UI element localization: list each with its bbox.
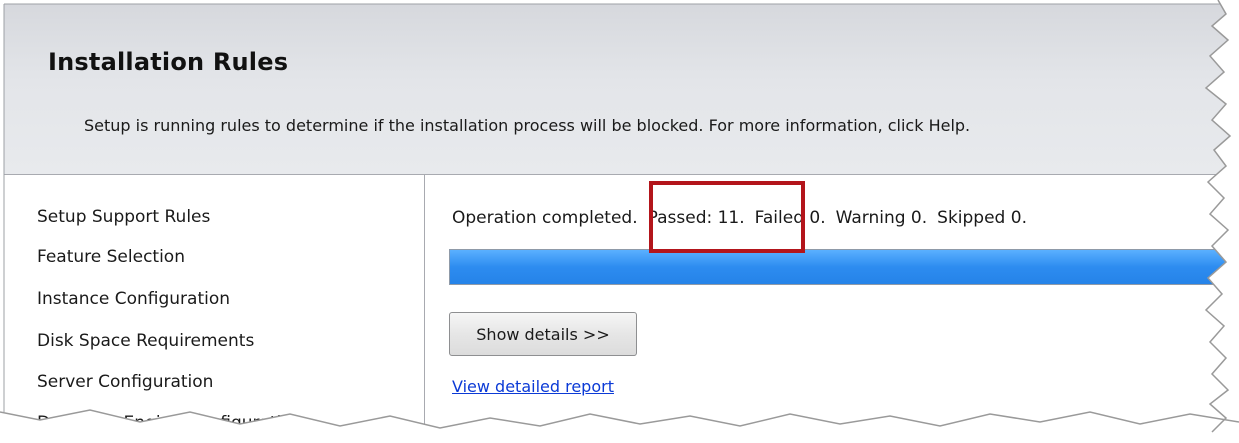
installation-window: Installation Rules Setup is running rule… bbox=[4, 4, 1239, 443]
status-summary: Operation completed. Passed: 11. Failed 0.… bbox=[452, 208, 1027, 228]
status-operation: Operation completed. bbox=[452, 208, 638, 228]
status-skipped: Skipped 0. bbox=[937, 208, 1027, 228]
view-detailed-report-link[interactable]: View detailed report bbox=[452, 377, 614, 396]
sidebar-item-setup-support-rules[interactable]: Setup Support Rules bbox=[37, 207, 210, 227]
progress-bar bbox=[449, 249, 1239, 285]
page-description: Setup is running rules to determine if t… bbox=[84, 116, 971, 135]
status-passed: Passed: 11. bbox=[647, 208, 745, 228]
sidebar-item-disk-space-requirements[interactable]: Disk Space Requirements bbox=[37, 331, 254, 351]
sidebar-item-feature-selection[interactable]: Feature Selection bbox=[37, 247, 185, 267]
status-warning: Warning 0. bbox=[835, 208, 928, 228]
sidebar-item-server-configuration[interactable]: Server Configuration bbox=[37, 372, 213, 392]
steps-sidebar: Setup Support Rules Feature Selection In… bbox=[4, 175, 425, 443]
header-banner: Installation Rules Setup is running rule… bbox=[4, 4, 1239, 175]
progress-fill bbox=[450, 250, 1238, 284]
sidebar-item-instance-configuration[interactable]: Instance Configuration bbox=[37, 289, 230, 309]
show-details-button[interactable]: Show details >> bbox=[449, 312, 637, 356]
status-failed: Failed 0. bbox=[754, 208, 826, 228]
main-panel: Operation completed. Passed: 11. Failed 0.… bbox=[425, 175, 1239, 443]
sidebar-item-database-engine-configuration[interactable]: Database Engine Configuration bbox=[37, 413, 302, 433]
page-title: Installation Rules bbox=[48, 48, 289, 76]
